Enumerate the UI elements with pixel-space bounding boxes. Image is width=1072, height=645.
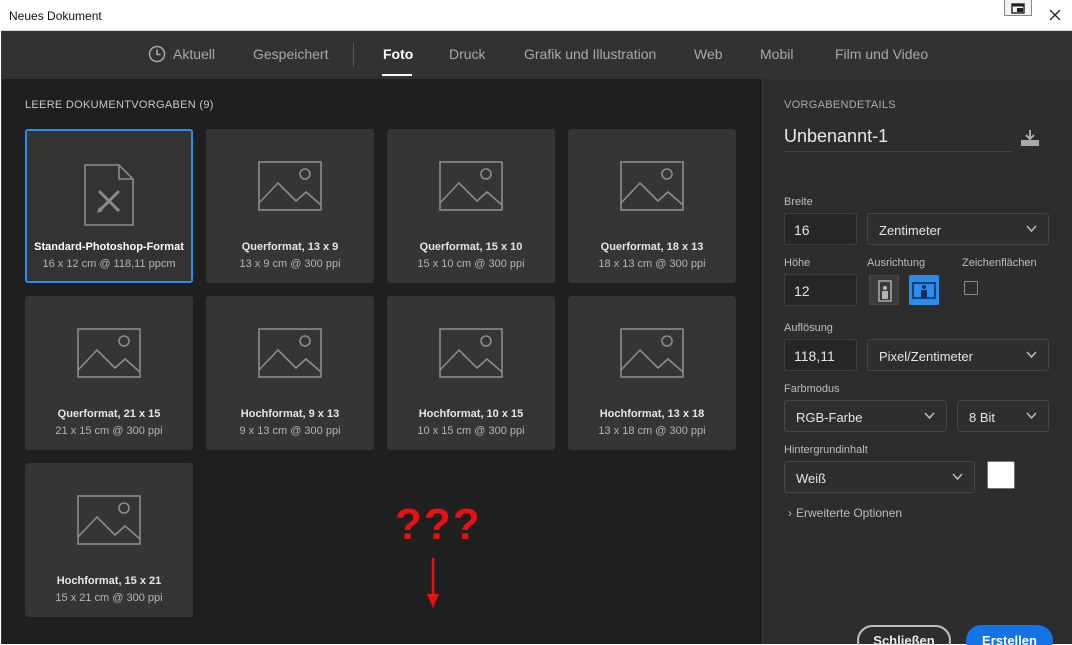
resolution-input[interactable]: 118,11 <box>784 339 857 371</box>
width-label: Breite <box>784 196 813 208</box>
colormode-label: Farbmodus <box>784 383 840 395</box>
details-heading: VORGABENDETAILS <box>784 99 896 111</box>
preset-name: Hochformat, 9 x 13 <box>240 408 340 420</box>
resolution-unit-value: Pixel/Zentimeter <box>879 349 973 364</box>
preset-size: 10 x 15 cm @ 300 ppi <box>417 425 525 437</box>
width-unit-select[interactable]: Zentimeter <box>867 213 1049 245</box>
width-unit-value: Zentimeter <box>879 223 942 238</box>
tab-gespeichert[interactable]: Gespeichert <box>253 46 328 62</box>
orientation-label: Ausrichtung <box>867 257 926 269</box>
tab-divider <box>353 43 354 67</box>
chevron-down-icon <box>952 473 963 481</box>
image-placeholder-icon <box>620 328 684 378</box>
close-icon[interactable] <box>1040 4 1070 26</box>
image-placeholder-icon <box>77 495 141 545</box>
preset-card[interactable]: Hochformat, 15 x 21 15 x 21 cm @ 300 ppi <box>25 463 193 617</box>
preset-name: Querformat, 21 x 15 <box>57 408 161 420</box>
preset-size: 18 x 13 cm @ 300 ppi <box>598 258 706 270</box>
save-preset-icon[interactable] <box>1020 129 1040 147</box>
image-placeholder-icon <box>439 328 503 378</box>
preset-card[interactable]: Querformat, 21 x 15 21 x 15 cm @ 300 ppi <box>25 296 193 450</box>
preset-size: 21 x 15 cm @ 300 ppi <box>55 425 163 437</box>
active-tab-indicator <box>382 74 412 76</box>
background-value: Weiß <box>796 471 827 486</box>
preset-card[interactable]: Hochformat, 9 x 13 9 x 13 cm @ 300 ppi <box>206 296 374 450</box>
create-button[interactable]: Erstellen <box>966 625 1053 645</box>
image-placeholder-icon <box>439 161 503 211</box>
preset-name: Standard-Photoshop-Format <box>34 241 184 253</box>
preset-name: Querformat, 15 x 10 <box>419 241 523 253</box>
landscape-orientation-button[interactable] <box>909 275 939 305</box>
tab-mobil[interactable]: Mobil <box>760 46 793 62</box>
height-input[interactable]: 12 <box>784 274 857 306</box>
background-label: Hintergrundinhalt <box>784 444 868 456</box>
annotation-question-marks: ??? <box>395 500 482 549</box>
preset-details-panel: VORGABENDETAILS Unbenannt-1 Breite 16 Ze… <box>762 79 1072 645</box>
tab-grafik-und-illustration[interactable]: Grafik und Illustration <box>524 46 656 62</box>
colormode-select[interactable]: RGB-Farbe <box>784 400 947 432</box>
tab-foto[interactable]: Foto <box>383 46 413 62</box>
resolution-label: Auflösung <box>784 322 833 334</box>
artboards-checkbox[interactable] <box>964 281 978 295</box>
preset-size: 15 x 10 cm @ 300 ppi <box>417 258 525 270</box>
preset-card[interactable]: Querformat, 18 x 13 18 x 13 cm @ 300 ppi <box>568 129 736 283</box>
background-select[interactable]: Weiß <box>784 461 975 493</box>
new-document-dialog: Aktuell Gespeichert Foto Druck Grafik un… <box>1 31 1072 645</box>
presets-heading: LEERE DOKUMENTVORGABEN (9) <box>25 99 214 111</box>
background-color-swatch[interactable] <box>987 461 1015 489</box>
chevron-down-icon <box>1026 351 1037 359</box>
close-button[interactable]: Schließen <box>857 625 951 645</box>
tab-film-und-video[interactable]: Film und Video <box>835 46 928 62</box>
annotation-arrow-icon <box>427 558 439 608</box>
preset-name: Hochformat, 13 x 18 <box>599 408 705 420</box>
landscape-icon <box>912 282 936 299</box>
chevron-down-icon <box>1026 412 1037 420</box>
category-tabs: Aktuell Gespeichert Foto Druck Grafik un… <box>2 31 1072 79</box>
tab-web[interactable]: Web <box>694 46 723 62</box>
preset-card[interactable]: Hochformat, 13 x 18 13 x 18 cm @ 300 ppi <box>568 296 736 450</box>
preset-name: Hochformat, 15 x 21 <box>56 575 162 587</box>
advanced-options-toggle[interactable]: › Erweiterte Optionen <box>788 506 902 520</box>
clock-icon <box>148 45 166 63</box>
preset-size: 13 x 18 cm @ 300 ppi <box>598 425 706 437</box>
preset-card[interactable]: Querformat, 13 x 9 13 x 9 cm @ 300 ppi <box>206 129 374 283</box>
preset-size: 9 x 13 cm @ 300 ppi <box>239 425 341 437</box>
bitdepth-value: 8 Bit <box>969 410 996 425</box>
presets-area: LEERE DOKUMENTVORGABEN (9) Standard-Phot… <box>2 79 762 644</box>
preset-name: Hochformat, 10 x 15 <box>418 408 524 420</box>
image-placeholder-icon <box>620 161 684 211</box>
bitdepth-select[interactable]: 8 Bit <box>957 400 1049 432</box>
width-input[interactable]: 16 <box>784 213 857 245</box>
chevron-down-icon <box>1026 225 1037 233</box>
image-placeholder-icon <box>258 161 322 211</box>
preset-name: Querformat, 18 x 13 <box>600 241 704 253</box>
artboards-label: Zeichenflächen <box>962 257 1037 269</box>
title-bar: Neues Dokument <box>0 0 1072 31</box>
image-placeholder-icon <box>258 328 322 378</box>
height-label: Höhe <box>784 257 811 269</box>
preset-size: 13 x 9 cm @ 300 ppi <box>239 258 341 270</box>
tab-druck[interactable]: Druck <box>449 46 486 62</box>
portrait-icon <box>878 280 892 302</box>
preset-card[interactable]: Querformat, 15 x 10 15 x 10 cm @ 300 ppi <box>387 129 555 283</box>
advanced-options-label: Erweiterte Optionen <box>796 506 903 520</box>
colormode-value: RGB-Farbe <box>796 410 863 425</box>
preset-size: 15 x 21 cm @ 300 ppi <box>55 592 163 604</box>
tab-aktuell[interactable]: Aktuell <box>173 46 215 62</box>
resolution-unit-select[interactable]: Pixel/Zentimeter <box>867 339 1049 371</box>
image-placeholder-icon <box>77 328 141 378</box>
preset-card[interactable]: Standard-Photoshop-Format 16 x 12 cm @ 1… <box>25 129 193 283</box>
chevron-right-icon: › <box>788 506 792 520</box>
preset-size: 16 x 12 cm @ 118,11 ppcm <box>42 258 176 270</box>
preset-name: Querformat, 13 x 9 <box>241 241 339 253</box>
document-tools-icon <box>84 164 134 226</box>
window-title: Neues Dokument <box>9 9 102 23</box>
preset-card[interactable]: Hochformat, 10 x 15 10 x 15 cm @ 300 ppi <box>387 296 555 450</box>
portrait-orientation-button[interactable] <box>869 275 899 305</box>
document-name-input[interactable]: Unbenannt-1 <box>784 126 1012 152</box>
restore-icon[interactable] <box>1004 0 1032 16</box>
chevron-down-icon <box>924 412 935 420</box>
